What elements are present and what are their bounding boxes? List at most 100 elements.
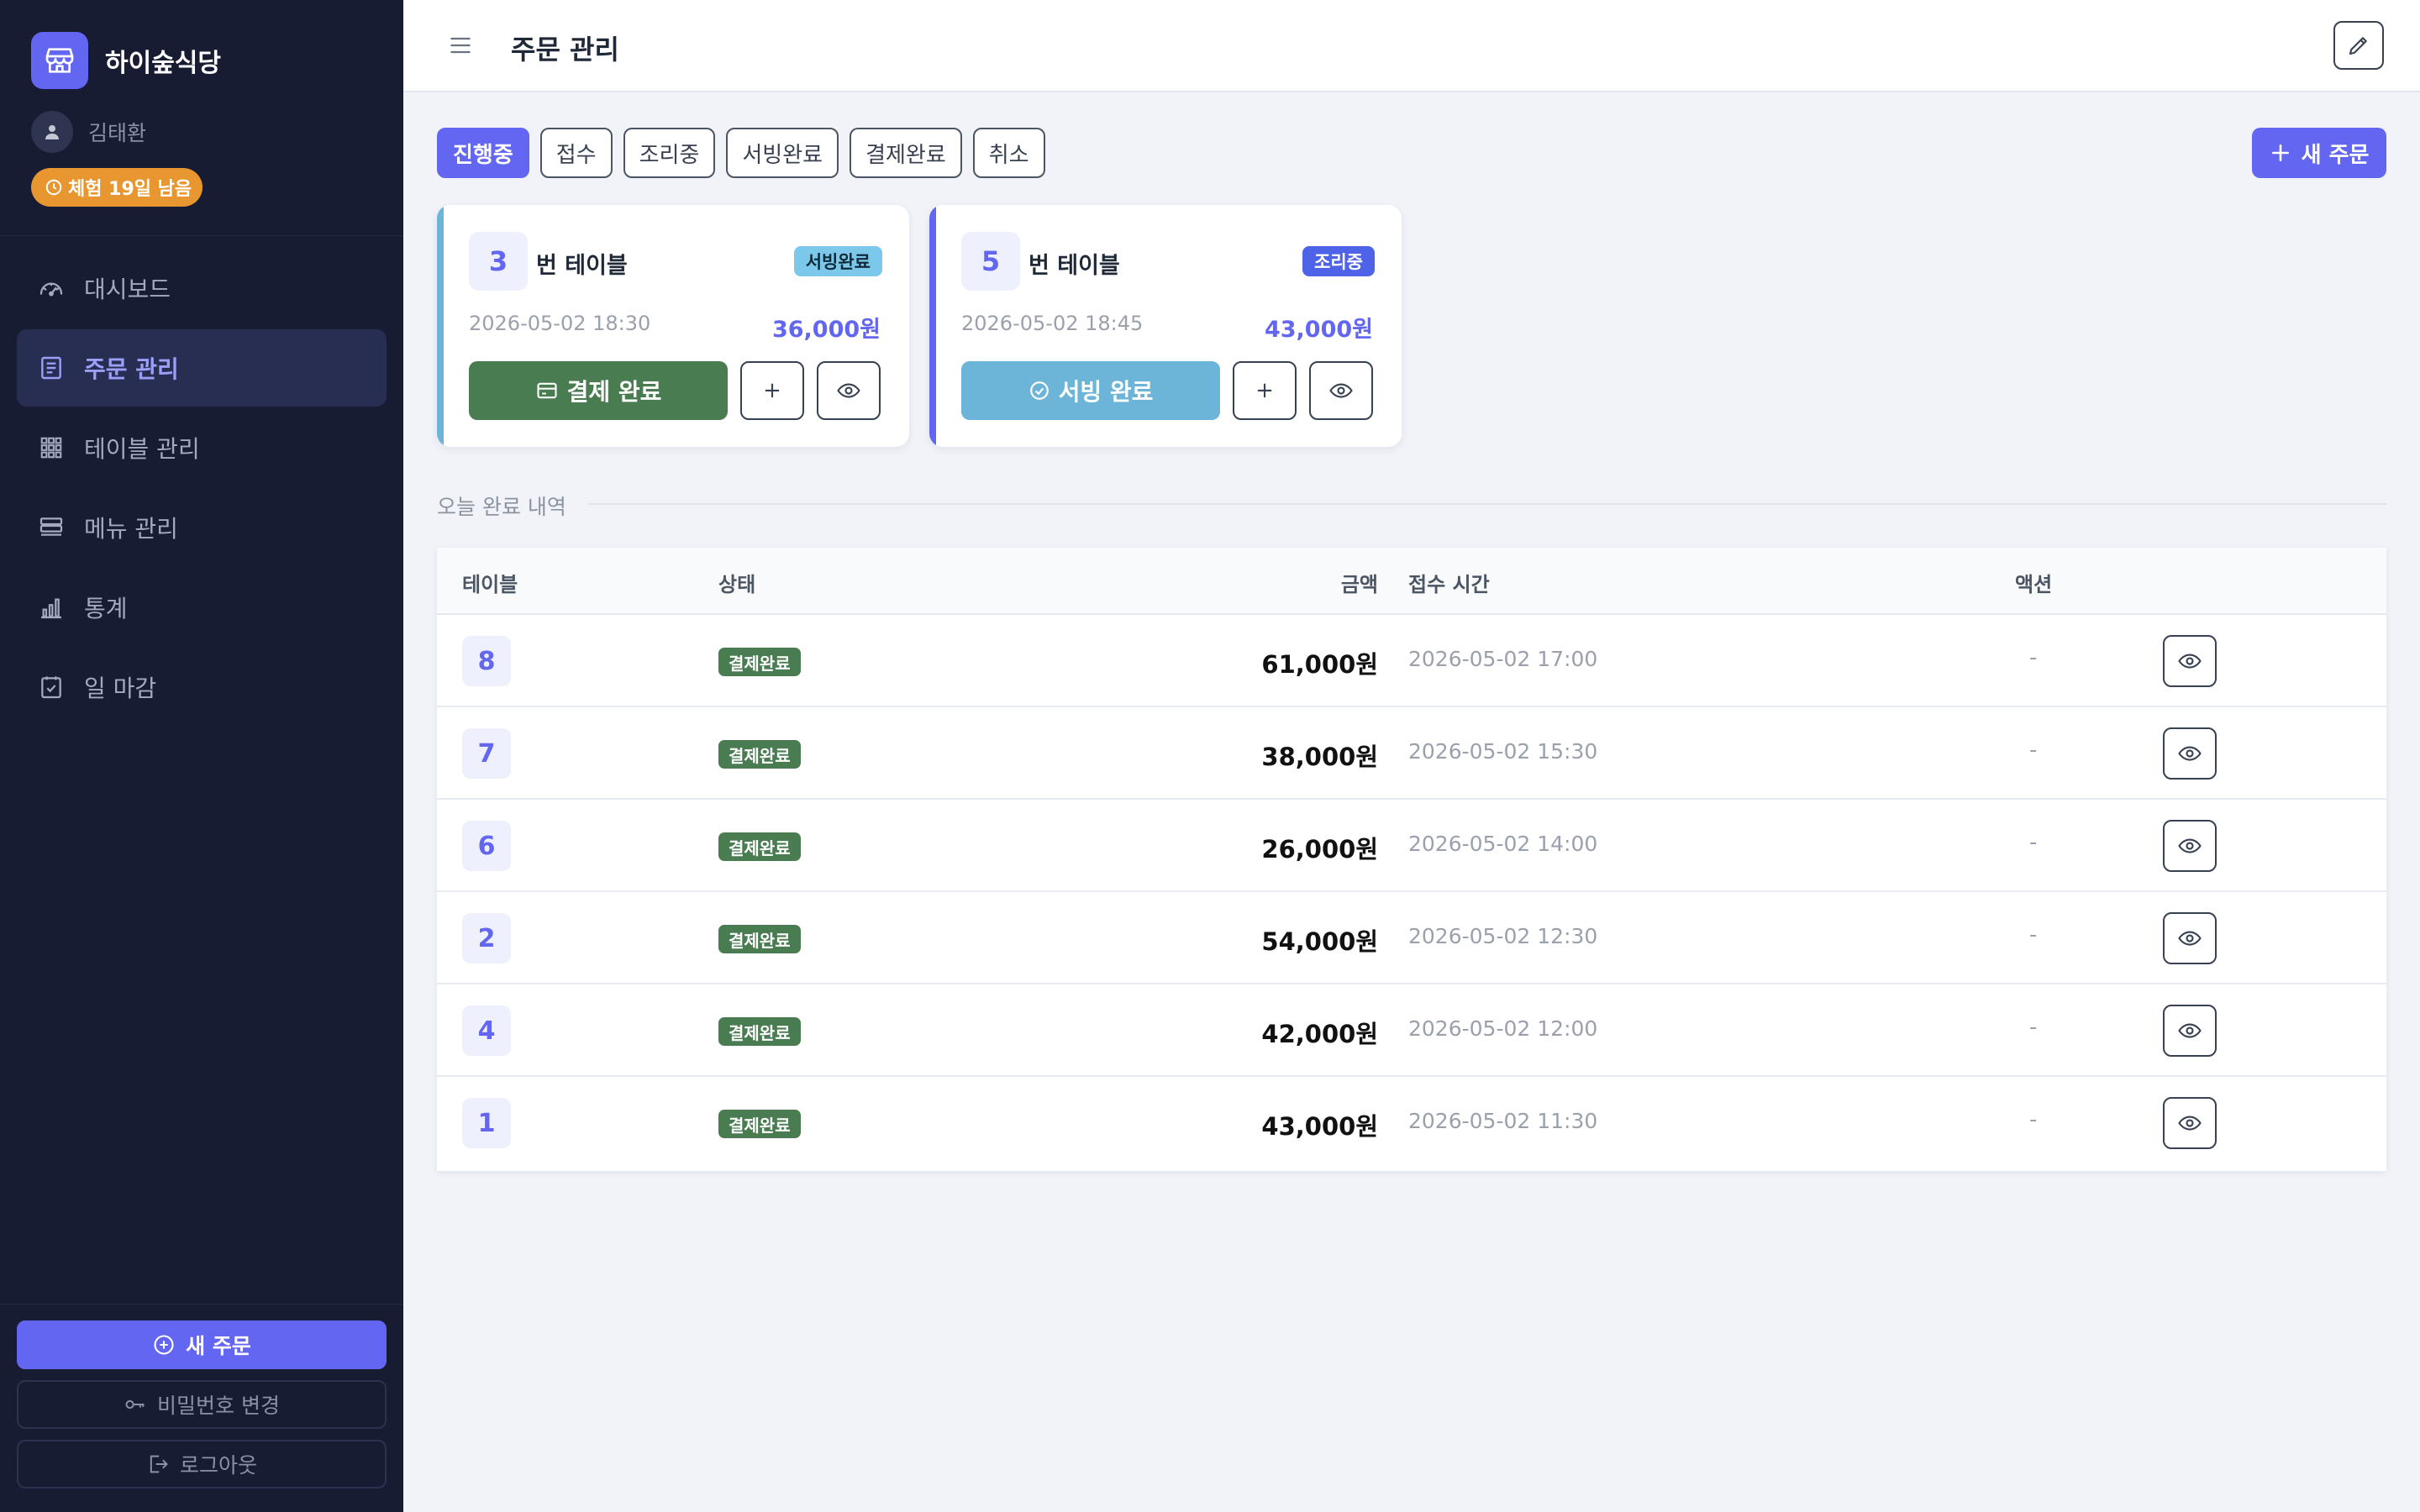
status-badge: 결제완료 [718,740,801,769]
section-divider [588,503,2386,505]
bar-chart-icon [37,593,66,622]
view-order-button[interactable] [2163,912,2217,964]
calendar-check-icon [37,673,66,701]
logout-icon [150,1455,168,1473]
sidebar-item-label: 대시보드 [84,276,171,303]
row-time: 2026-05-02 17:00 [1408,647,1598,671]
row-action: - [2029,1107,2038,1132]
user-name: 김태환 [88,121,147,145]
complete-serving-label: 서빙 완료 [1058,378,1154,406]
eye-icon [2178,931,2202,946]
complete-payment-label: 결제 완료 [566,378,662,406]
receipt-icon [37,354,66,382]
row-action: - [2029,830,2038,855]
order-table-label: 번 테이블 [1028,253,1120,279]
key-icon [125,1399,145,1410]
grid-icon [37,433,66,462]
status-badge: 결제완료 [718,1017,801,1046]
logout-label: 로그아웃 [179,1453,257,1478]
user-avatar-icon [31,111,73,153]
eye-icon [1329,383,1353,398]
table-row[interactable]: 8 결제완료 61,000원 2026-05-02 17:00 - [437,615,2386,707]
edit-button[interactable] [2333,21,2384,70]
tab-in-progress[interactable]: 진행중 [437,128,529,178]
brand[interactable]: 하이숲식당 [31,32,221,89]
table-row[interactable]: 6 결제완료 26,000원 2026-05-02 14:00 - [437,800,2386,892]
sidebar-item-dashboard[interactable]: 대시보드 [17,249,387,327]
status-badge: 결제완료 [718,1110,801,1138]
sidebar: 하이숲식당 김태환 체험 19일 남음 대시보드 주문 관리 테이블 관리 메뉴… [0,0,403,1512]
row-amount: 43,000원 [1261,1112,1378,1141]
row-amount: 26,000원 [1261,835,1378,864]
view-order-button[interactable] [2163,727,2217,780]
gauge-icon [37,274,66,302]
table-row[interactable]: 7 결제완료 38,000원 2026-05-02 15:30 - [437,707,2386,800]
change-password-button[interactable]: 비밀번호 변경 [17,1380,387,1429]
row-table-number: 2 [462,913,511,963]
table-row[interactable]: 2 결제완료 54,000원 2026-05-02 12:30 - [437,892,2386,984]
trial-badge: 체험 19일 남음 [31,168,203,207]
sidebar-item-label: 일 마감 [84,675,157,702]
row-time: 2026-05-02 12:00 [1408,1016,1598,1041]
page-title: 주문 관리 [511,34,619,66]
row-action: - [2029,645,2038,670]
tab-cooking[interactable]: 조리중 [623,128,716,178]
order-card[interactable]: 3 번 테이블 서빙완료 2026-05-02 18:30 36,000원 결제… [437,205,909,447]
status-badge: 조리중 [1302,246,1375,276]
tab-paid[interactable]: 결제완료 [850,128,962,178]
view-order-button[interactable] [2163,1097,2217,1149]
sidebar-item-menu[interactable]: 메뉴 관리 [17,489,387,566]
menu-list-icon [37,513,66,542]
row-table-number: 8 [462,636,511,686]
card-accent-bar [929,205,936,447]
tab-cancelled[interactable]: 취소 [972,128,1045,178]
table-header: 테이블 상태 금액 접수 시간 액션 [437,548,2386,615]
add-item-button[interactable]: + [1233,361,1297,420]
sidebar-new-order-label: 새 주문 [186,1334,251,1358]
sidebar-item-label: 메뉴 관리 [84,515,178,543]
row-time: 2026-05-02 14:00 [1408,832,1598,856]
pencil-icon [2349,37,2367,55]
eye-icon [2178,654,2202,669]
new-order-button[interactable]: 새 주문 [2252,128,2386,178]
order-table-number: 5 [961,232,1020,291]
row-table-number: 4 [462,1005,511,1056]
hamburger-icon[interactable] [447,32,474,59]
status-badge: 결제완료 [718,648,801,676]
sidebar-item-tables[interactable]: 테이블 관리 [17,409,387,486]
row-table-number: 6 [462,821,511,871]
order-amount: 43,000원 [1264,317,1373,343]
table-row[interactable]: 1 결제완료 43,000원 2026-05-02 11:30 - [437,1077,2386,1169]
user-info: 김태환 [31,111,146,153]
row-action: - [2029,1015,2038,1040]
store-icon [31,32,88,89]
status-filter-tabs: 진행중 접수 조리중 서빙완료 결제완료 취소 [437,128,1056,178]
row-amount: 61,000원 [1261,650,1378,679]
column-header-action: 액션 [2015,573,2053,596]
sidebar-item-daily-close[interactable]: 일 마감 [17,648,387,726]
sidebar-new-order-button[interactable]: 새 주문 [17,1320,387,1369]
table-row[interactable]: 4 결제완료 42,000원 2026-05-02 12:00 - [437,984,2386,1077]
top-header: 주문 관리 [403,0,2420,92]
eye-icon [2178,1116,2202,1131]
view-order-button[interactable] [2163,1005,2217,1057]
sidebar-divider [0,235,403,236]
tab-received[interactable]: 접수 [539,128,613,178]
complete-payment-button[interactable]: 결제 완료 [469,361,728,420]
tab-served[interactable]: 서빙완료 [726,128,839,178]
sidebar-item-label: 주문 관리 [84,355,179,383]
order-table-number: 3 [469,232,528,291]
complete-serving-button[interactable]: 서빙 완료 [961,361,1220,420]
order-card[interactable]: 5 번 테이블 조리중 2026-05-02 18:45 43,000원 서빙 … [929,205,1402,447]
sidebar-item-label: 테이블 관리 [84,435,200,463]
add-item-button[interactable]: + [740,361,804,420]
sidebar-item-orders[interactable]: 주문 관리 [17,329,387,407]
check-circle-icon [1029,381,1049,400]
view-order-button[interactable] [1309,361,1373,420]
view-order-button[interactable] [2163,635,2217,687]
view-order-button[interactable] [2163,820,2217,872]
view-order-button[interactable] [817,361,881,420]
change-password-label: 비밀번호 변경 [157,1394,280,1418]
sidebar-item-statistics[interactable]: 통계 [17,569,387,646]
logout-button[interactable]: 로그아웃 [17,1440,387,1488]
